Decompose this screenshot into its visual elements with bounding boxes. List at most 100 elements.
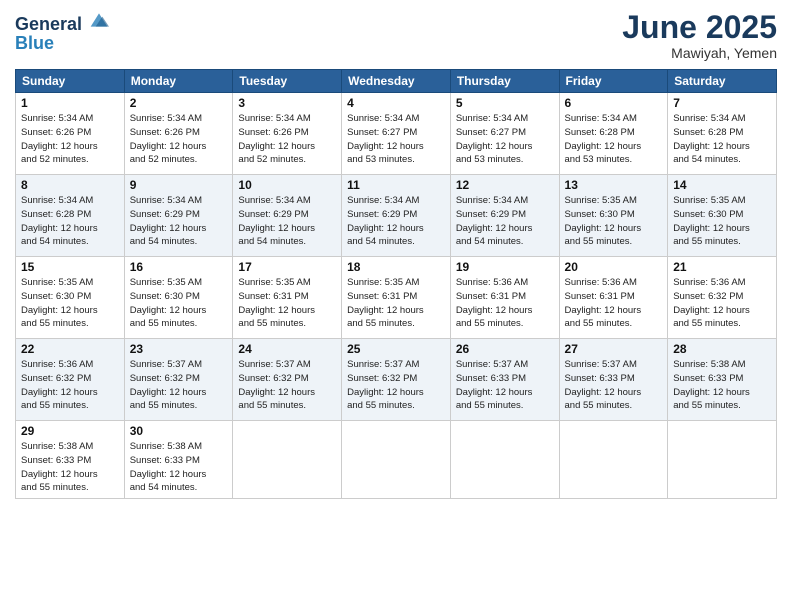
day-number: 10: [238, 178, 336, 192]
logo-text: General: [15, 10, 109, 35]
table-row: 9 Sunrise: 5:34 AMSunset: 6:29 PMDayligh…: [124, 175, 233, 257]
col-thursday: Thursday: [450, 70, 559, 93]
table-row: [668, 421, 777, 499]
day-detail: Sunrise: 5:37 AMSunset: 6:32 PMDaylight:…: [238, 359, 315, 411]
table-row: [450, 421, 559, 499]
col-wednesday: Wednesday: [342, 70, 451, 93]
day-number: 29: [21, 424, 119, 438]
day-detail: Sunrise: 5:34 AMSunset: 6:26 PMDaylight:…: [238, 113, 315, 165]
col-sunday: Sunday: [16, 70, 125, 93]
logo: General Blue: [15, 10, 109, 54]
title-block: June 2025 Mawiyah, Yemen: [622, 10, 777, 61]
table-row: [342, 421, 451, 499]
day-number: 16: [130, 260, 228, 274]
table-row: 28 Sunrise: 5:38 AMSunset: 6:33 PMDaylig…: [668, 339, 777, 421]
month-year: June 2025: [622, 10, 777, 45]
table-row: 21 Sunrise: 5:36 AMSunset: 6:32 PMDaylig…: [668, 257, 777, 339]
table-row: 6 Sunrise: 5:34 AMSunset: 6:28 PMDayligh…: [559, 93, 668, 175]
day-detail: Sunrise: 5:34 AMSunset: 6:28 PMDaylight:…: [673, 113, 750, 165]
day-number: 11: [347, 178, 445, 192]
day-detail: Sunrise: 5:36 AMSunset: 6:32 PMDaylight:…: [21, 359, 98, 411]
day-number: 21: [673, 260, 771, 274]
location: Mawiyah, Yemen: [622, 45, 777, 61]
table-row: 8 Sunrise: 5:34 AMSunset: 6:28 PMDayligh…: [16, 175, 125, 257]
day-detail: Sunrise: 5:35 AMSunset: 6:31 PMDaylight:…: [238, 277, 315, 329]
day-number: 24: [238, 342, 336, 356]
day-number: 1: [21, 96, 119, 110]
day-detail: Sunrise: 5:34 AMSunset: 6:29 PMDaylight:…: [130, 195, 207, 247]
table-row: 12 Sunrise: 5:34 AMSunset: 6:29 PMDaylig…: [450, 175, 559, 257]
page: General Blue June 2025 Mawiyah, Yemen Su…: [0, 0, 792, 612]
day-number: 7: [673, 96, 771, 110]
calendar-week-row: 29 Sunrise: 5:38 AMSunset: 6:33 PMDaylig…: [16, 421, 777, 499]
day-number: 18: [347, 260, 445, 274]
day-number: 9: [130, 178, 228, 192]
day-number: 26: [456, 342, 554, 356]
table-row: 18 Sunrise: 5:35 AMSunset: 6:31 PMDaylig…: [342, 257, 451, 339]
day-detail: Sunrise: 5:34 AMSunset: 6:26 PMDaylight:…: [21, 113, 98, 165]
day-number: 25: [347, 342, 445, 356]
day-number: 22: [21, 342, 119, 356]
day-number: 2: [130, 96, 228, 110]
table-row: 17 Sunrise: 5:35 AMSunset: 6:31 PMDaylig…: [233, 257, 342, 339]
table-row: 26 Sunrise: 5:37 AMSunset: 6:33 PMDaylig…: [450, 339, 559, 421]
day-detail: Sunrise: 5:34 AMSunset: 6:29 PMDaylight:…: [456, 195, 533, 247]
table-row: 27 Sunrise: 5:37 AMSunset: 6:33 PMDaylig…: [559, 339, 668, 421]
day-detail: Sunrise: 5:35 AMSunset: 6:30 PMDaylight:…: [565, 195, 642, 247]
day-number: 12: [456, 178, 554, 192]
day-detail: Sunrise: 5:34 AMSunset: 6:28 PMDaylight:…: [21, 195, 98, 247]
day-detail: Sunrise: 5:34 AMSunset: 6:29 PMDaylight:…: [347, 195, 424, 247]
table-row: 23 Sunrise: 5:37 AMSunset: 6:32 PMDaylig…: [124, 339, 233, 421]
day-detail: Sunrise: 5:34 AMSunset: 6:27 PMDaylight:…: [347, 113, 424, 165]
day-detail: Sunrise: 5:36 AMSunset: 6:31 PMDaylight:…: [456, 277, 533, 329]
logo-blue: Blue: [15, 33, 109, 54]
day-detail: Sunrise: 5:37 AMSunset: 6:32 PMDaylight:…: [130, 359, 207, 411]
day-detail: Sunrise: 5:38 AMSunset: 6:33 PMDaylight:…: [21, 441, 98, 493]
col-monday: Monday: [124, 70, 233, 93]
day-number: 17: [238, 260, 336, 274]
day-number: 15: [21, 260, 119, 274]
col-friday: Friday: [559, 70, 668, 93]
day-number: 5: [456, 96, 554, 110]
table-row: 15 Sunrise: 5:35 AMSunset: 6:30 PMDaylig…: [16, 257, 125, 339]
table-row: 16 Sunrise: 5:35 AMSunset: 6:30 PMDaylig…: [124, 257, 233, 339]
table-row: 22 Sunrise: 5:36 AMSunset: 6:32 PMDaylig…: [16, 339, 125, 421]
table-row: [233, 421, 342, 499]
table-row: 3 Sunrise: 5:34 AMSunset: 6:26 PMDayligh…: [233, 93, 342, 175]
day-number: 14: [673, 178, 771, 192]
calendar: Sunday Monday Tuesday Wednesday Thursday…: [15, 69, 777, 499]
day-number: 28: [673, 342, 771, 356]
table-row: 19 Sunrise: 5:36 AMSunset: 6:31 PMDaylig…: [450, 257, 559, 339]
day-detail: Sunrise: 5:37 AMSunset: 6:33 PMDaylight:…: [456, 359, 533, 411]
day-number: 20: [565, 260, 663, 274]
day-detail: Sunrise: 5:38 AMSunset: 6:33 PMDaylight:…: [673, 359, 750, 411]
day-detail: Sunrise: 5:37 AMSunset: 6:33 PMDaylight:…: [565, 359, 642, 411]
day-detail: Sunrise: 5:35 AMSunset: 6:30 PMDaylight:…: [21, 277, 98, 329]
day-number: 13: [565, 178, 663, 192]
calendar-week-row: 8 Sunrise: 5:34 AMSunset: 6:28 PMDayligh…: [16, 175, 777, 257]
calendar-week-row: 22 Sunrise: 5:36 AMSunset: 6:32 PMDaylig…: [16, 339, 777, 421]
day-number: 30: [130, 424, 228, 438]
day-number: 23: [130, 342, 228, 356]
calendar-header-row: Sunday Monday Tuesday Wednesday Thursday…: [16, 70, 777, 93]
table-row: 20 Sunrise: 5:36 AMSunset: 6:31 PMDaylig…: [559, 257, 668, 339]
table-row: 14 Sunrise: 5:35 AMSunset: 6:30 PMDaylig…: [668, 175, 777, 257]
col-tuesday: Tuesday: [233, 70, 342, 93]
table-row: 30 Sunrise: 5:38 AMSunset: 6:33 PMDaylig…: [124, 421, 233, 499]
table-row: 24 Sunrise: 5:37 AMSunset: 6:32 PMDaylig…: [233, 339, 342, 421]
day-number: 19: [456, 260, 554, 274]
table-row: 1 Sunrise: 5:34 AMSunset: 6:26 PMDayligh…: [16, 93, 125, 175]
header: General Blue June 2025 Mawiyah, Yemen: [15, 10, 777, 61]
day-detail: Sunrise: 5:34 AMSunset: 6:26 PMDaylight:…: [130, 113, 207, 165]
calendar-week-row: 15 Sunrise: 5:35 AMSunset: 6:30 PMDaylig…: [16, 257, 777, 339]
day-detail: Sunrise: 5:34 AMSunset: 6:27 PMDaylight:…: [456, 113, 533, 165]
table-row: 7 Sunrise: 5:34 AMSunset: 6:28 PMDayligh…: [668, 93, 777, 175]
table-row: 4 Sunrise: 5:34 AMSunset: 6:27 PMDayligh…: [342, 93, 451, 175]
table-row: 29 Sunrise: 5:38 AMSunset: 6:33 PMDaylig…: [16, 421, 125, 499]
day-number: 4: [347, 96, 445, 110]
day-detail: Sunrise: 5:34 AMSunset: 6:28 PMDaylight:…: [565, 113, 642, 165]
col-saturday: Saturday: [668, 70, 777, 93]
table-row: 10 Sunrise: 5:34 AMSunset: 6:29 PMDaylig…: [233, 175, 342, 257]
day-detail: Sunrise: 5:35 AMSunset: 6:31 PMDaylight:…: [347, 277, 424, 329]
table-row: 13 Sunrise: 5:35 AMSunset: 6:30 PMDaylig…: [559, 175, 668, 257]
